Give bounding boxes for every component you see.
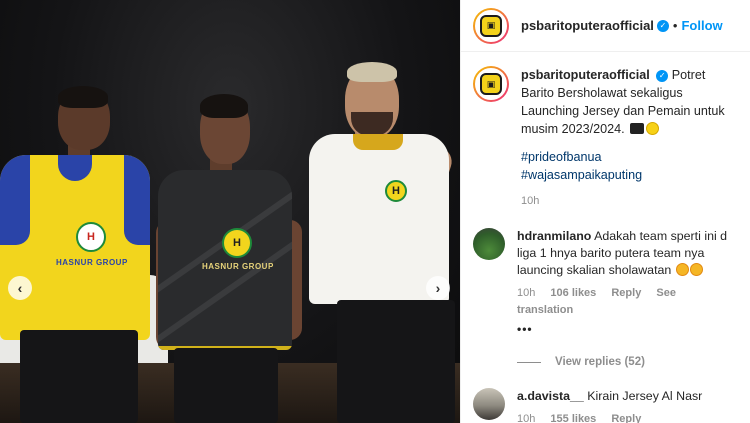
- follow-button[interactable]: Follow: [681, 18, 722, 33]
- separator-dot: •: [672, 18, 678, 33]
- replies-divider: [517, 361, 541, 363]
- comment-text: Kirain Jersey Al Nasr: [587, 389, 703, 403]
- post-timestamp: 10h: [521, 195, 540, 207]
- chevron-left-icon: ‹: [17, 280, 23, 296]
- reply-button[interactable]: Reply: [611, 287, 641, 299]
- post-photo[interactable]: H HASNUR GROUP H HASNUR GROUP H ‹ ›: [0, 0, 460, 423]
- player-white-jersey: H: [305, 0, 460, 423]
- hashtag-link[interactable]: #wajasampaikaputing: [521, 166, 738, 184]
- jersey-crest: H: [385, 180, 407, 202]
- more-options-icon[interactable]: •••: [517, 321, 738, 338]
- comment-item: hdranmilano Adakah team sperti ini d lig…: [461, 228, 750, 338]
- account-avatar[interactable]: ▣: [473, 7, 509, 44]
- player-dark-jersey: H HASNUR GROUP: [150, 0, 302, 423]
- comment-likes[interactable]: 106 likes: [550, 287, 596, 299]
- view-replies-label: View replies (52): [555, 356, 645, 368]
- post-details-panel: ▣ psbaritoputeraofficial ✓ • Follow ▣ ps…: [460, 0, 750, 423]
- jersey-crest: H: [76, 222, 106, 252]
- hashtag-list: #prideofbanua #wajasampaikaputing: [521, 148, 738, 184]
- commenter-avatar[interactable]: [473, 228, 505, 260]
- camera-emoji-icon: [630, 123, 645, 134]
- club-logo-icon: ▣: [480, 14, 502, 37]
- hashtag-link[interactable]: #prideofbanua: [521, 148, 738, 166]
- comment-time: 10h: [517, 287, 536, 299]
- jersey-crest: H: [222, 228, 252, 258]
- player-yellow-jersey: H HASNUR GROUP: [0, 0, 160, 423]
- comment-likes[interactable]: 155 likes: [550, 413, 596, 423]
- previous-photo-button[interactable]: ‹: [8, 276, 32, 300]
- view-replies-button[interactable]: View replies (52): [517, 356, 750, 368]
- verified-badge-icon: ✓: [656, 19, 669, 32]
- jersey-sponsor: HASNUR GROUP: [56, 258, 128, 267]
- post-header: ▣ psbaritoputeraofficial ✓ • Follow: [461, 0, 750, 52]
- post-caption: ▣ psbaritoputeraofficial ✓ Potret Barito…: [461, 52, 750, 210]
- jersey-sponsor: HASNUR GROUP: [202, 262, 274, 271]
- account-username[interactable]: psbaritoputeraofficial: [521, 18, 654, 33]
- caption-avatar[interactable]: ▣: [473, 66, 509, 102]
- comment-meta: 10h 155 likes Reply: [517, 411, 738, 423]
- club-logo-icon: ▣: [480, 73, 502, 95]
- see-translation-button[interactable]: See translation: [517, 287, 676, 316]
- heart-eyes-emoji-icon: [675, 263, 689, 276]
- comment-time: 10h: [517, 413, 536, 423]
- chevron-right-icon: ›: [435, 280, 441, 296]
- comment-item: a.davista__ Kirain Jersey Al Nasr 10h 15…: [461, 388, 750, 423]
- verified-badge-icon: ✓: [656, 70, 669, 82]
- commenter-avatar[interactable]: [473, 388, 505, 420]
- caption-username[interactable]: psbaritoputeraofficial: [521, 68, 650, 82]
- heart-eyes-emoji-icon: [689, 263, 703, 276]
- instagram-post-viewer: H HASNUR GROUP H HASNUR GROUP H ‹ › ▣ ps…: [0, 0, 750, 423]
- commenter-username[interactable]: hdranmilano: [517, 229, 591, 243]
- commenter-username[interactable]: a.davista__: [517, 389, 584, 403]
- reply-button[interactable]: Reply: [611, 413, 641, 423]
- smile-emoji-icon: [646, 122, 660, 135]
- next-photo-button[interactable]: ›: [426, 276, 450, 300]
- comment-meta: 10h 106 likes Reply See translation: [517, 285, 738, 319]
